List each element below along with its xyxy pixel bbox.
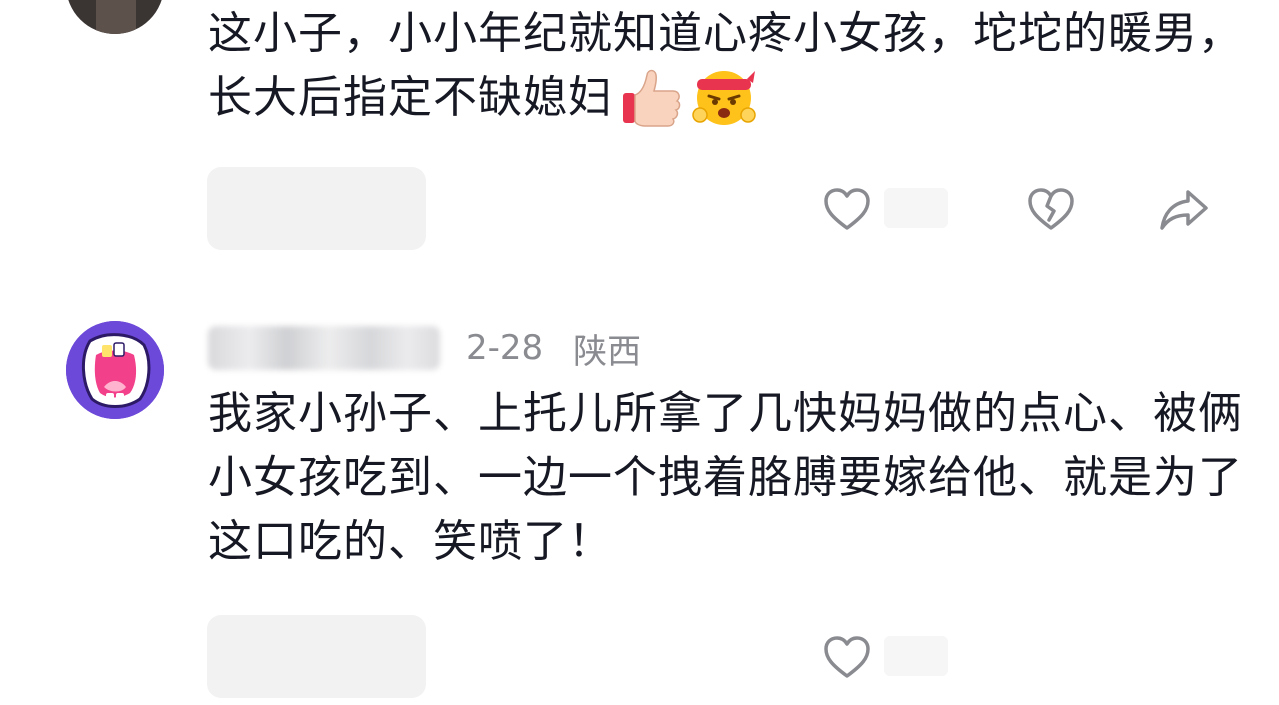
like-count xyxy=(884,636,948,676)
comment-body: 这小子，小小年纪就知道心疼小女孩，坨坨的暖男，长大后指定不缺媳妇 xyxy=(208,2,1248,133)
comment-date: 2-28 xyxy=(466,328,544,368)
like-count xyxy=(884,188,948,228)
username[interactable] xyxy=(208,326,440,370)
like-button[interactable] xyxy=(819,181,875,237)
like-button[interactable] xyxy=(819,629,875,685)
broken-heart-icon xyxy=(1028,188,1074,230)
comment-meta: 2-28 陕西 xyxy=(208,322,641,374)
dislike-button[interactable] xyxy=(1023,181,1079,237)
comment-text: 我家小孙子、上托儿所拿了几快妈妈做的点心、被俩小女孩吃到、一边一个拽着胳膊要嫁给… xyxy=(208,388,1243,567)
reply-button[interactable] xyxy=(207,615,426,698)
share-arrow-icon xyxy=(1160,190,1208,230)
headband-fighting-emoji xyxy=(692,71,756,125)
comment-location: 陕西 xyxy=(573,331,642,372)
share-button[interactable] xyxy=(1156,181,1212,237)
avatar[interactable] xyxy=(66,0,164,34)
heart-outline-icon xyxy=(824,188,870,230)
screaming-mouth-avatar-art xyxy=(66,321,164,419)
thumbs-up-emoji xyxy=(623,69,681,127)
heart-outline-icon xyxy=(824,636,870,678)
avatar[interactable] xyxy=(66,321,164,419)
reply-button[interactable] xyxy=(207,167,426,250)
